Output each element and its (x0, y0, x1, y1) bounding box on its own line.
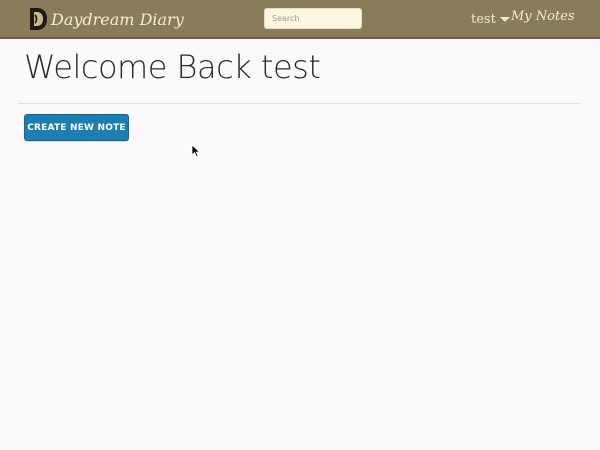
caret-down-icon (499, 16, 510, 22)
divider (18, 103, 581, 104)
search-input[interactable] (264, 8, 362, 29)
create-new-note-button[interactable]: CREATE NEW NOTE (24, 114, 129, 141)
my-notes-link[interactable]: My Notes (511, 9, 575, 24)
top-navbar: Daydream Diary test My Notes (0, 0, 600, 39)
arrow-cursor-icon (191, 144, 201, 158)
user-dropdown-toggle[interactable]: test (471, 10, 510, 28)
brand-name: Daydream Diary (51, 9, 184, 29)
letter-d-logo-icon (30, 8, 47, 30)
page-title: Welcome Back test (24, 48, 321, 86)
brand-link[interactable]: Daydream Diary (29, 7, 184, 31)
user-name-label: test (471, 11, 496, 27)
